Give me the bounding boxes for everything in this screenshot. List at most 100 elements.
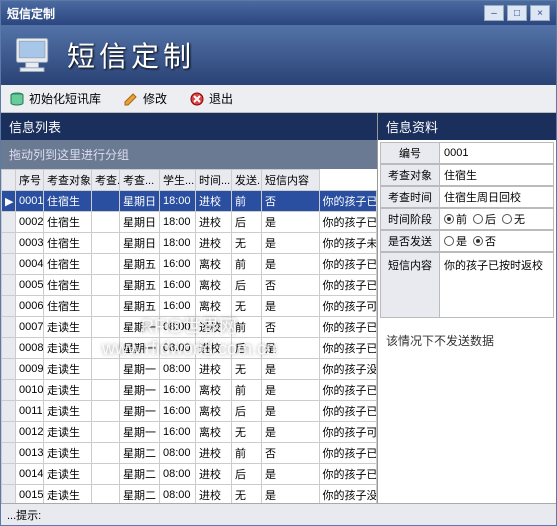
table-row[interactable]: 0003住宿生星期日18:00进校无是你的孩子未能准时 <box>2 233 377 254</box>
grid-cell: 08:00 <box>160 338 196 359</box>
grid-cell: 你的孩子已按时 <box>319 464 377 485</box>
grid-cell: 0006 <box>16 296 44 317</box>
table-row[interactable]: ▶0001住宿生星期日18:00进校前否你的孩子已按时返 <box>2 191 377 212</box>
radio-send-no[interactable]: 否 <box>473 233 496 249</box>
restore-button[interactable]: □ <box>507 5 527 21</box>
exit-button[interactable]: 退出 <box>185 88 237 109</box>
grid-col-header[interactable]: 考查... <box>120 170 160 191</box>
grid-col-header[interactable]: 学生... <box>160 170 196 191</box>
grid-cell: 前 <box>232 443 262 464</box>
grid-col-header[interactable]: 发送... <box>232 170 262 191</box>
grid-cell: 是 <box>262 380 320 401</box>
titlebar[interactable]: 短信定制 – □ × <box>1 1 556 25</box>
detail-form: 编号0001 考查对象住宿生 考查时间住宿生周日回校 时间阶段 前 后 无 是否… <box>378 140 556 320</box>
table-row[interactable]: 0015走读生星期二08:00进校无是你的孩子没有准 <box>2 485 377 504</box>
row-selector[interactable]: ▶ <box>2 191 16 212</box>
grid-cell: 是 <box>262 485 320 504</box>
table-row[interactable]: 0004住宿生星期五16:00离校前是你的孩子已按时 <box>2 254 377 275</box>
statusbar-hint: ...提示: <box>7 507 41 523</box>
table-row[interactable]: 0002住宿生星期日18:00进校后是你的孩子已按时 <box>2 212 377 233</box>
window-title: 短信定制 <box>7 5 481 22</box>
row-selector[interactable] <box>2 443 16 464</box>
grid-cell: 0001 <box>16 191 44 212</box>
grid-cell <box>92 296 120 317</box>
radio-dot-icon <box>444 236 454 246</box>
row-selector[interactable] <box>2 338 16 359</box>
grid-cell: 走读生 <box>44 401 92 422</box>
grid-cell: 前 <box>232 191 262 212</box>
grid-scroll[interactable]: 序号考查对象考查...考查...学生...时间...发送...短信内容 ▶000… <box>1 169 377 503</box>
grid-header-row: 序号考查对象考查...考查...学生...时间...发送...短信内容 <box>2 170 377 191</box>
row-selector[interactable] <box>2 485 16 504</box>
init-db-button[interactable]: 初始化短讯库 <box>5 88 105 109</box>
table-row[interactable]: 0007走读生星期一08:00进校前否你的孩子已按时 <box>2 317 377 338</box>
field-obj-value[interactable]: 住宿生 <box>440 164 554 186</box>
left-panel-header: 信息列表 <box>1 113 377 140</box>
left-panel: 信息列表 拖动列到这里进行分组 序号考查对象考查...考查...学生...时间.… <box>1 113 378 503</box>
field-content-value[interactable]: 你的孩子已按时返校 <box>440 252 554 318</box>
grid-col-header[interactable]: 时间... <box>196 170 232 191</box>
edit-button[interactable]: 修改 <box>119 88 171 109</box>
grid-cell: 走读生 <box>44 443 92 464</box>
init-db-label: 初始化短讯库 <box>29 90 101 107</box>
grid-col-header[interactable]: 序号 <box>16 170 44 191</box>
grid-cell: 无 <box>232 359 262 380</box>
message-grid[interactable]: 序号考查对象考查...考查...学生...时间...发送...短信内容 ▶000… <box>1 169 377 503</box>
content-area: 信息列表 拖动列到这里进行分组 序号考查对象考查...考查...学生...时间.… <box>1 113 556 503</box>
table-row[interactable]: 0011走读生星期一16:00离校后是你的孩子已离校 <box>2 401 377 422</box>
close-button[interactable]: × <box>530 5 550 21</box>
right-panel-header: 信息资料 <box>378 113 556 140</box>
grid-cell: 你的孩子已按时 <box>319 338 377 359</box>
grid-cell: 走读生 <box>44 317 92 338</box>
grid-cell: 你的孩子已按时 <box>319 212 377 233</box>
grid-cell: 是 <box>262 233 320 254</box>
radio-send-yes[interactable]: 是 <box>444 233 467 249</box>
row-selector[interactable] <box>2 275 16 296</box>
field-time-value[interactable]: 住宿生周日回校 <box>440 186 554 208</box>
grid-cell: 08:00 <box>160 359 196 380</box>
grid-cell: 你的孩子已按时 <box>319 317 377 338</box>
row-selector[interactable] <box>2 296 16 317</box>
row-selector[interactable] <box>2 317 16 338</box>
grid-col-header[interactable]: 考查... <box>92 170 120 191</box>
grid-cell: 你的孩子已按时返 <box>319 191 377 212</box>
table-row[interactable]: 0005住宿生星期五16:00离校后否你的孩子已离校 <box>2 275 377 296</box>
grid-cell <box>92 338 120 359</box>
table-row[interactable]: 0012走读生星期一16:00离校无是你的孩子可能尚 <box>2 422 377 443</box>
grid-col-header[interactable]: 考查对象 <box>44 170 92 191</box>
row-selector[interactable] <box>2 380 16 401</box>
radio-dot-icon <box>473 214 483 224</box>
row-selector[interactable] <box>2 359 16 380</box>
table-row[interactable]: 0010走读生星期一16:00离校前是你的孩子已按时 <box>2 380 377 401</box>
row-selector[interactable] <box>2 401 16 422</box>
radio-phase-before[interactable]: 前 <box>444 211 467 227</box>
table-row[interactable]: 0006住宿生星期五16:00离校无是你的孩子可能尚未 <box>2 296 377 317</box>
table-row[interactable]: 0014走读生星期二08:00进校后是你的孩子已按时 <box>2 464 377 485</box>
grid-cell: 星期二 <box>120 464 160 485</box>
table-row[interactable]: 0013走读生星期二08:00进校前否你的孩子已按时 <box>2 443 377 464</box>
toolbar: 初始化短讯库 修改 退出 <box>1 85 556 113</box>
radio-phase-none[interactable]: 无 <box>502 211 525 227</box>
grid-cell: 是 <box>262 254 320 275</box>
table-row[interactable]: 0008走读生星期一08:00进校后是你的孩子已按时 <box>2 338 377 359</box>
group-by-hint[interactable]: 拖动列到这里进行分组 <box>1 140 377 169</box>
grid-cell: 星期一 <box>120 338 160 359</box>
grid-cell: 前 <box>232 254 262 275</box>
grid-cell: 走读生 <box>44 485 92 504</box>
field-time-label: 考查时间 <box>380 186 440 208</box>
grid-cell: 进校 <box>196 359 232 380</box>
row-selector[interactable] <box>2 212 16 233</box>
minimize-button[interactable]: – <box>484 5 504 21</box>
row-selector[interactable] <box>2 254 16 275</box>
grid-cell: 前 <box>232 317 262 338</box>
grid-cell: 离校 <box>196 275 232 296</box>
grid-col-header[interactable]: 短信内容 <box>262 170 320 191</box>
radio-phase-after[interactable]: 后 <box>473 211 496 227</box>
row-selector[interactable] <box>2 464 16 485</box>
grid-cell <box>92 422 120 443</box>
table-row[interactable]: 0009走读生星期一08:00进校无是你的孩子没有准 <box>2 359 377 380</box>
row-selector[interactable] <box>2 233 16 254</box>
field-no-value[interactable]: 0001 <box>440 142 554 164</box>
row-selector[interactable] <box>2 422 16 443</box>
grid-cell: 星期五 <box>120 254 160 275</box>
